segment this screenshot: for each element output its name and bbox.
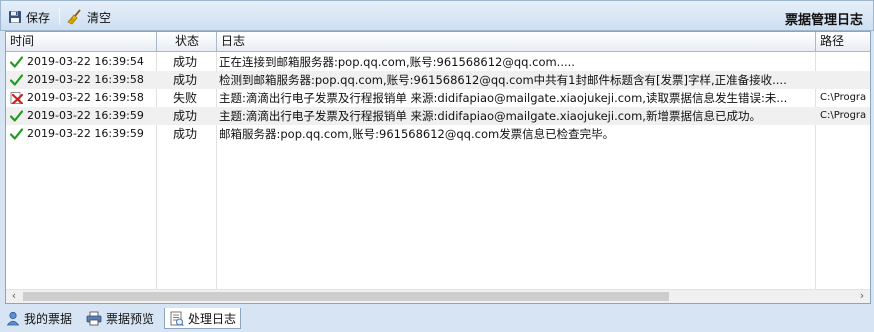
row-status: 失败 [173, 91, 198, 105]
table-header: 时间 状态 日志 路径 [6, 32, 870, 52]
row-time: 2019-03-22 16:39:58 [27, 91, 144, 104]
row-log: 主题:滴滴出行电子发票及行程报销单 来源:didifapiao@mailgate… [219, 91, 788, 105]
row-log: 邮箱服务器:pop.qq.com,账号:961568612@qq.com发票信息… [219, 127, 615, 141]
tab-my-invoices[interactable]: 我的票据 [2, 308, 76, 329]
tab-label: 我的票据 [24, 312, 73, 326]
check-icon [10, 128, 23, 140]
scroll-left-arrow-icon[interactable]: ‹ [6, 290, 22, 303]
save-button[interactable]: 保存 [8, 7, 50, 27]
person-icon [6, 311, 20, 326]
row-time: 2019-03-22 16:39:59 [27, 109, 144, 122]
row-status: 成功 [173, 55, 198, 69]
tab-processing-log[interactable]: 处理日志 [164, 308, 242, 329]
broom-icon [67, 9, 81, 25]
toolbar: 保存 清空 票据管理日志 [0, 0, 874, 31]
table-row[interactable]: 2019-03-22 16:39:59 成功 主题:滴滴出行电子发票及行程报销单 来… [6, 107, 870, 125]
bottom-tabs: 我的票据 票据预览 处理日志 [0, 304, 874, 332]
floppy-disk-icon [9, 11, 21, 23]
printer-icon [86, 311, 102, 326]
check-icon [10, 110, 23, 122]
log-table[interactable]: 时间 状态 日志 路径 2019-03-22 16:39:54 成功 正在连接到邮箱… [5, 31, 871, 304]
row-time: 2019-03-22 16:39:59 [27, 127, 144, 140]
scroll-right-arrow-icon[interactable]: › [854, 290, 870, 303]
row-time: 2019-03-22 16:39:54 [27, 55, 144, 68]
horizontal-scrollbar[interactable]: ‹ › [6, 289, 870, 303]
row-status: 成功 [173, 127, 198, 141]
row-path [820, 53, 870, 71]
table-row[interactable]: 2019-03-22 16:39:58 失败 主题:滴滴出行电子发票及行程报销单 来… [6, 89, 870, 107]
table-row[interactable]: 2019-03-22 16:39:59 成功 邮箱服务器:pop.qq.com,账号… [6, 125, 870, 143]
tab-label: 处理日志 [188, 311, 237, 326]
column-header-time[interactable]: 时间 [6, 32, 157, 52]
clear-button[interactable]: 清空 [67, 7, 111, 27]
check-icon [10, 74, 23, 86]
row-path [820, 71, 870, 89]
row-status: 成功 [173, 109, 198, 123]
row-status: 成功 [173, 73, 198, 87]
log-icon [170, 311, 184, 326]
tab-label: 票据预览 [106, 312, 155, 326]
column-header-status[interactable]: 状态 [157, 32, 217, 52]
column-header-log[interactable]: 日志 [217, 32, 816, 52]
row-path: C:\Progra [820, 110, 867, 121]
error-icon [10, 92, 23, 104]
toolbar-separator [59, 8, 60, 25]
row-log: 正在连接到邮箱服务器:pop.qq.com,账号:961568612@qq.co… [219, 55, 575, 69]
check-icon [10, 56, 23, 68]
row-log: 检测到邮箱服务器:pop.qq.com,账号:961568612@qq.com中… [219, 73, 787, 87]
row-path: C:\Progra [820, 92, 867, 103]
row-log: 主题:滴滴出行电子发票及行程报销单 来源:didifapiao@mailgate… [219, 109, 761, 123]
save-label: 保存 [26, 10, 51, 25]
clear-label: 清空 [87, 10, 112, 25]
scrollbar-thumb[interactable] [23, 292, 669, 301]
table-row[interactable]: 2019-03-22 16:39:58 成功 检测到邮箱服务器:pop.qq.com… [6, 71, 870, 89]
tab-invoice-preview[interactable]: 票据预览 [82, 308, 158, 329]
column-header-path[interactable]: 路径 [816, 32, 870, 52]
row-time: 2019-03-22 16:39:58 [27, 73, 144, 86]
table-row[interactable]: 2019-03-22 16:39:54 成功 正在连接到邮箱服务器:pop.qq.c… [6, 53, 870, 71]
panel-title: 票据管理日志 [784, 13, 863, 28]
row-path [820, 125, 870, 143]
